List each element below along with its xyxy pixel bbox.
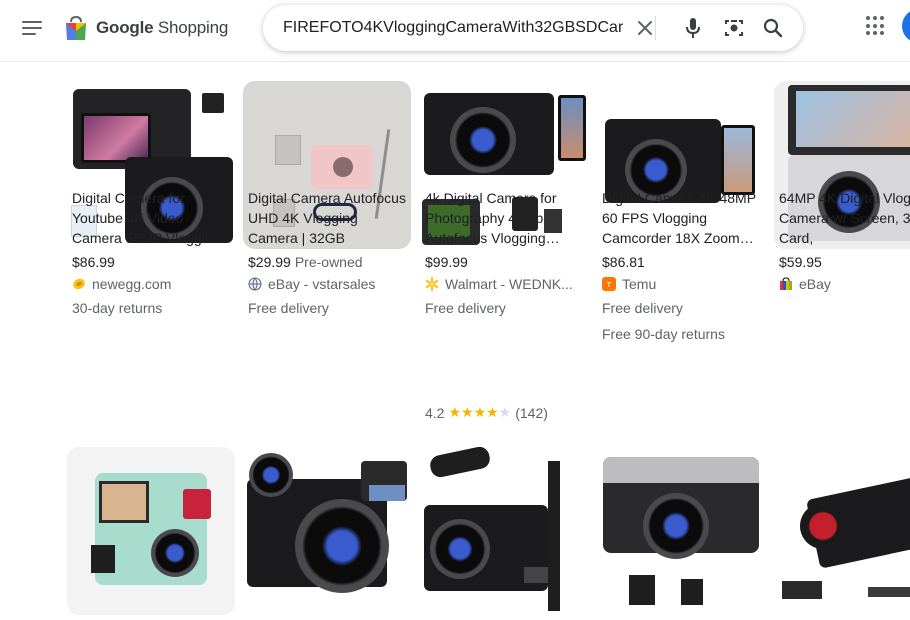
- condition-label: Pre-owned: [294, 254, 363, 270]
- top-bar: Google Shopping FIREFOTO4KVloggingCamera…: [0, 0, 910, 62]
- product-price: $86.81: [602, 254, 645, 270]
- google-shopping-logo[interactable]: Google Shopping: [64, 12, 228, 44]
- product-title[interactable]: Digital Camera for Youtube 4K Video Came…: [72, 188, 232, 248]
- product-price: $29.99 Pre-owned: [248, 254, 363, 270]
- product-seller[interactable]: T Temu: [602, 276, 656, 292]
- product-image[interactable]: [774, 447, 910, 615]
- returns-info: 30-day returns: [72, 300, 163, 316]
- search-divider: [655, 16, 656, 40]
- search-box: FIREFOTO4KVloggingCameraWith32GBSDCar: [263, 5, 803, 51]
- globe-icon: [248, 277, 262, 291]
- delivery-info: Free delivery: [248, 300, 329, 316]
- product-seller[interactable]: Walmart - WEDNK...: [425, 276, 573, 292]
- logo-text: Google Shopping: [96, 18, 229, 37]
- product-title[interactable]: 64MP 4K Digital Vlogging Camera w/ Scree…: [779, 188, 910, 248]
- product-seller[interactable]: eBay: [779, 276, 831, 292]
- account-avatar[interactable]: [902, 9, 910, 43]
- delivery-info: Free delivery: [602, 300, 683, 316]
- product-seller[interactable]: newegg.com: [72, 276, 171, 292]
- product-image[interactable]: [597, 447, 765, 615]
- google-apps-icon[interactable]: [864, 14, 888, 38]
- product-price: $86.99: [72, 254, 115, 270]
- product-price: $99.99: [425, 254, 468, 270]
- search-input[interactable]: FIREFOTO4KVloggingCameraWith32GBSDCar: [283, 5, 623, 51]
- svg-text:T: T: [606, 281, 612, 289]
- product-title[interactable]: 4k Digital Camera for Photography 48mp A…: [425, 188, 585, 248]
- product-rating[interactable]: 4.2 ★★★★★ (142): [425, 404, 548, 421]
- product-price: $59.95: [779, 254, 822, 270]
- ebay-bag-icon: [779, 277, 793, 291]
- camera-search-icon[interactable]: [722, 16, 746, 40]
- product-title[interactable]: Digital Camera 4K 48MP 60 FPS Vlogging C…: [602, 188, 762, 248]
- search-icon[interactable]: [761, 16, 785, 40]
- shopping-bag-icon: [64, 15, 88, 41]
- microphone-icon[interactable]: [681, 16, 705, 40]
- newegg-logo-icon: [72, 277, 86, 291]
- product-image[interactable]: [67, 447, 235, 615]
- product-image[interactable]: [420, 447, 588, 615]
- product-title[interactable]: Digital Camera Autofocus UHD 4K Vlogging…: [248, 188, 408, 248]
- clear-search-icon[interactable]: [633, 16, 657, 40]
- temu-logo-icon: T: [602, 277, 616, 291]
- returns-info: Free 90-day returns: [602, 326, 725, 342]
- main-menu-icon[interactable]: [20, 17, 44, 39]
- walmart-spark-icon: [425, 277, 439, 291]
- star-rating-icon: ★★★★★: [448, 404, 512, 420]
- delivery-info: Free delivery: [425, 300, 506, 316]
- product-seller[interactable]: eBay - vstarsales: [248, 276, 375, 292]
- product-image[interactable]: [243, 447, 411, 615]
